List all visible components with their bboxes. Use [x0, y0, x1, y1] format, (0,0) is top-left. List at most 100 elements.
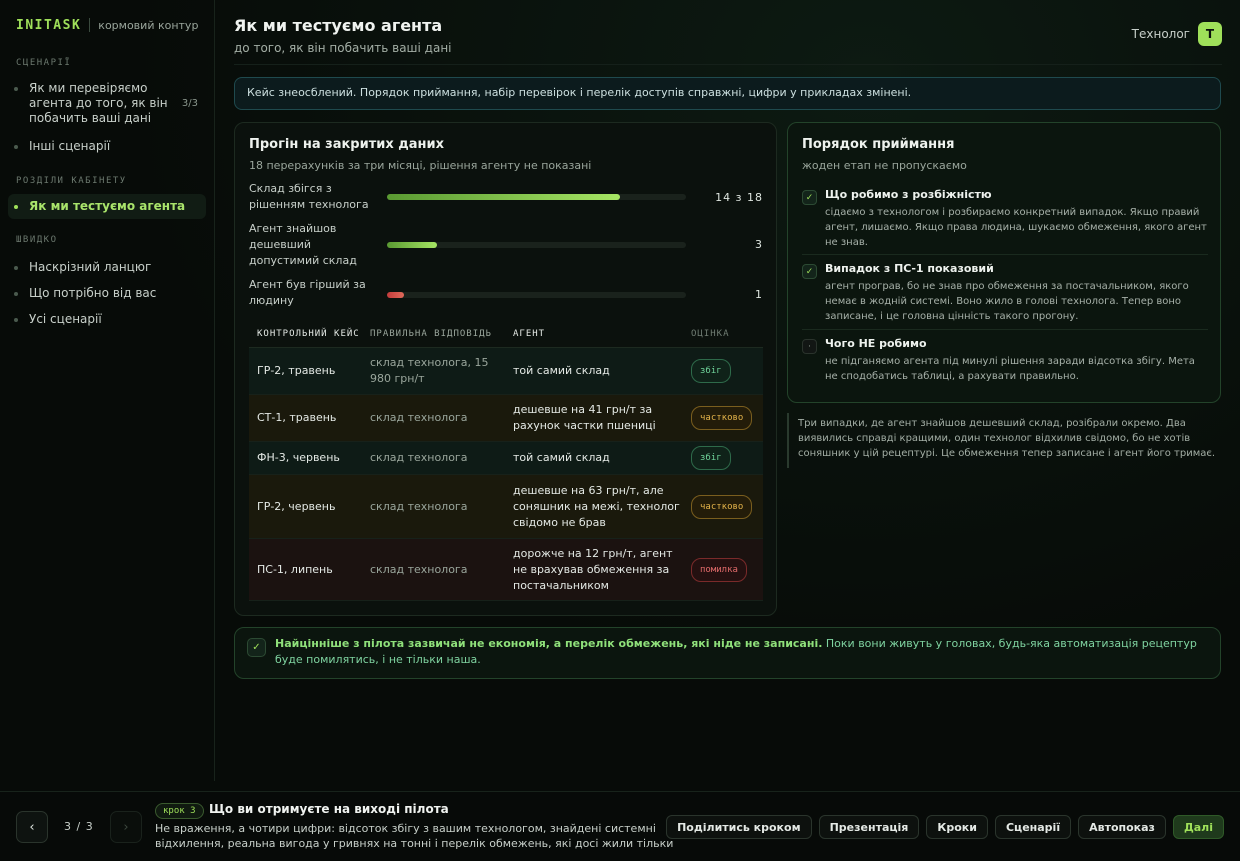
step-title: Чого НЕ робимо — [825, 337, 927, 350]
acceptance-step: ✓ Що робимо з розбіжністю сідаємо з техн… — [802, 188, 1208, 250]
acceptance-card: Порядок приймання жоден етап не пропуска… — [787, 122, 1221, 403]
column-header-case: КОНТРОЛЬНИЙ КЕЙС — [257, 328, 360, 339]
header-divider — [234, 64, 1222, 65]
sidebar-item-label: Інші сценарії — [29, 139, 111, 153]
status-badge: збіг — [691, 359, 731, 383]
cell-grade: частково — [683, 406, 763, 430]
table-row: ПС-1, липень склад технолога дорожче на … — [249, 539, 763, 601]
metric-label: Агент знайшов дешевший допустимий склад — [249, 222, 357, 267]
sidebar-item-label: Як ми тестуємо агента — [29, 199, 186, 213]
bullet-icon — [14, 87, 18, 91]
metric-bar-fill — [387, 242, 437, 248]
backtest-subtitle: 18 перерахунків за три місяці, рішення а… — [249, 159, 592, 172]
column-header-agent: АГЕНТ — [513, 328, 546, 339]
divider — [802, 254, 1208, 255]
sidebar-item-current-scenario[interactable]: Як ми перевіряємо агента до того, як він… — [8, 76, 206, 131]
brand-name: INITASK — [16, 17, 82, 33]
sidebar-item-requirements[interactable]: Що потрібно від вас — [8, 281, 206, 306]
step-description: Не враження, а чотири цифри: відсоток зб… — [155, 822, 674, 850]
sidebar-item-other-scenarios[interactable]: Інші сценарії — [8, 134, 206, 159]
bullet-icon — [14, 318, 18, 322]
steps-button[interactable]: Кроки — [926, 815, 988, 839]
step-title: Що ви отримуєте на виході пілота — [209, 802, 449, 816]
page-subtitle: до того, як він побачить ваші дані — [234, 41, 452, 55]
autoplay-button[interactable]: Автопоказ — [1078, 815, 1166, 839]
prev-button[interactable]: ‹ — [16, 811, 48, 843]
bullet-icon — [14, 266, 18, 270]
step-text: сідаємо з технологом і розбираємо конкре… — [825, 207, 1207, 248]
sidebar-item-label: Як ми перевіряємо агента до того, як він… — [29, 81, 168, 125]
sidebar-section-quick: ШВИДКО — [16, 235, 58, 245]
cell-grade: збіг — [683, 359, 763, 383]
table-row: ФН-3, червень склад технолога той самий … — [249, 442, 763, 475]
acceptance-step: · Чого НЕ робимо не підганяємо агента пі… — [802, 337, 1208, 384]
bullet-icon — [14, 145, 18, 149]
metric-value: 14 з 18 — [715, 191, 763, 204]
metric-value: 3 — [755, 238, 763, 251]
check-icon: ✓ — [247, 638, 266, 657]
step-badge: крок 3 — [155, 803, 204, 819]
column-header-answer: ПРАВИЛЬНА ВІДПОВІДЬ — [370, 328, 492, 339]
check-icon: ✓ — [802, 264, 817, 279]
page-title: Як ми тестуємо агента — [234, 16, 443, 35]
step-text: не підганяємо агента під минулі рішення … — [825, 356, 1195, 382]
cell-grade: збіг — [683, 446, 763, 470]
cell-case: ГР-2, травень — [257, 364, 336, 377]
cell-agent: дорожче на 12 грн/т, агент не врахував о… — [513, 546, 673, 592]
cell-agent: той самий склад — [513, 451, 610, 464]
metric-bar — [387, 292, 686, 298]
metric-bar — [387, 242, 686, 248]
key-insight: ✓ Найцінніше з пілота зазвичай не економ… — [234, 627, 1221, 679]
cell-grade: частково — [683, 494, 763, 519]
sidebar: INITASK кормовий контур СЦЕНАРІЇ Як ми п… — [0, 0, 215, 781]
avatar[interactable]: Т — [1198, 22, 1222, 46]
metric-label: Склад збігся з рішенням технолога — [249, 182, 369, 211]
cell-agent: дешевше на 41 грн/т за рахунок частки пш… — [513, 403, 656, 432]
sidebar-item-all-scenarios[interactable]: Усі сценарії — [8, 307, 206, 332]
status-badge: частково — [691, 494, 753, 519]
acceptance-subtitle: жоден етап не пропускаємо — [802, 159, 967, 172]
acceptance-step: ✓ Випадок з ПС-1 показовий агент програв… — [802, 262, 1208, 324]
bullet-icon — [14, 205, 18, 209]
step-counter: 3 / 3 — [64, 820, 94, 833]
app-main: INITASK кормовий контур СЦЕНАРІЇ Як ми п… — [0, 0, 1240, 791]
metric-match: Склад збігся з рішенням технолога 14 з 1… — [249, 181, 763, 217]
presentation-button[interactable]: Презентація — [818, 815, 920, 839]
backtest-card: Прогін на закритих даних 18 перерахунків… — [234, 122, 777, 616]
metric-value: 1 — [755, 288, 763, 301]
action-group: Поділитись кроком Презентація Кроки Сцен… — [666, 815, 1224, 839]
backtest-table: КОНТРОЛЬНИЙ КЕЙС ПРАВИЛЬНА ВІДПОВІДЬ АГЕ… — [249, 320, 763, 601]
column-header-grade: ОЦІНКА — [691, 328, 730, 339]
cell-answer: склад технолога — [370, 451, 468, 464]
bullet-icon — [14, 292, 18, 296]
step-text: агент програв, бо не знав про обмеження … — [825, 281, 1189, 322]
dot-icon: · — [802, 339, 817, 354]
user-menu[interactable]: Технолог Т — [1132, 22, 1222, 46]
cell-answer: склад технолога — [370, 499, 468, 513]
table-header: КОНТРОЛЬНИЙ КЕЙС ПРАВИЛЬНА ВІДПОВІДЬ АГЕ… — [249, 320, 763, 348]
metric-worse: Агент був гірший за людину 1 — [249, 277, 763, 313]
next-arrow-button[interactable]: › — [110, 811, 142, 843]
cell-case: ГР-2, червень — [257, 499, 336, 513]
brand-divider — [89, 18, 91, 32]
sidebar-item-count: 3/3 — [181, 98, 198, 109]
sidebar-item-label: Усі сценарії — [29, 312, 102, 326]
brand-subtitle: кормовий контур — [98, 18, 199, 32]
sidebar-item-end-to-end[interactable]: Наскрізний ланцюг — [8, 255, 206, 280]
insight-bold: Найцінніше з пілота зазвичай не економія… — [275, 637, 823, 650]
cell-case: ПС-1, липень — [257, 562, 333, 576]
cell-grade: помилка — [683, 557, 763, 582]
sidebar-item-agent-testing[interactable]: Як ми тестуємо агента — [8, 194, 206, 219]
next-button[interactable]: Далі — [1172, 815, 1224, 839]
scenarios-button[interactable]: Сценарії — [994, 815, 1072, 839]
user-role: Технолог — [1131, 27, 1190, 41]
share-step-button[interactable]: Поділитись кроком — [666, 815, 812, 839]
check-icon: ✓ — [802, 190, 817, 205]
cell-answer: склад технолога — [370, 562, 468, 576]
sidebar-item-label: Що потрібно від вас — [29, 286, 157, 300]
sidebar-section-cabinet: РОЗДІЛИ КАБІНЕТУ — [16, 176, 127, 186]
status-badge: помилка — [691, 557, 747, 582]
metric-label: Агент був гірший за людину — [249, 278, 366, 307]
anonymized-notice: Кейс знеосблений. Порядок приймання, наб… — [234, 77, 1221, 110]
metric-bar — [387, 194, 686, 200]
